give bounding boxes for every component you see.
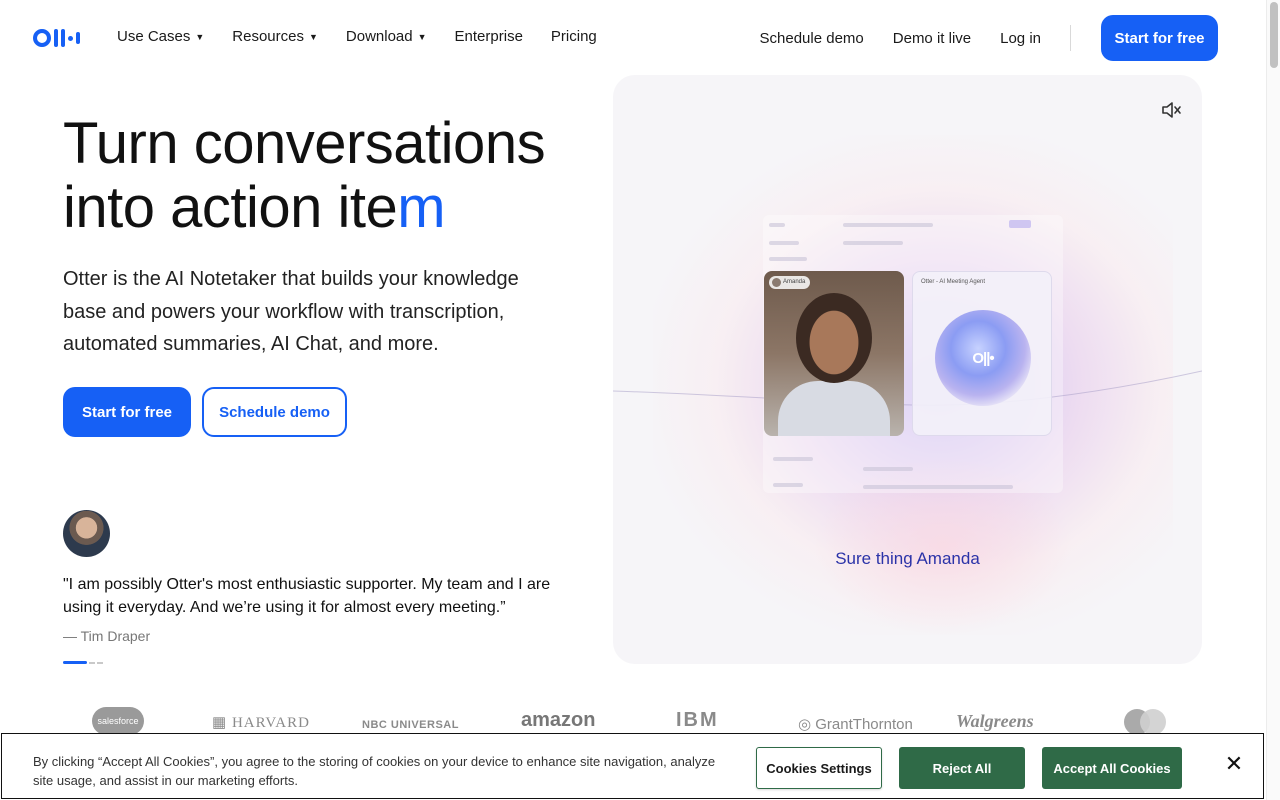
agent-video-tile: Otter - AI Meeting Agent O||• [912, 271, 1052, 436]
close-icon[interactable]: ✕ [1222, 752, 1246, 776]
agent-orb: O||• [935, 310, 1031, 406]
hero-title: Turn conversations into action item [63, 112, 583, 240]
amazon-logo: amazon [521, 709, 596, 731]
nav-item-label: Enterprise [454, 28, 523, 45]
scrollbar-thumb[interactable] [1270, 2, 1278, 68]
caret-down-icon: ▼ [417, 31, 427, 42]
agent-label: Otter - AI Meeting Agent [921, 279, 986, 285]
grant-thornton-logo: ◎ GrantThornton [798, 716, 913, 733]
testimonial-quote: "I am possibly Otter's most enthusiastic… [63, 576, 551, 616]
accept-all-cookies-button[interactable]: Accept All Cookies [1042, 747, 1182, 789]
participant-video-tile: Amanda [764, 271, 904, 436]
nav-start-free-button[interactable]: Start for free [1101, 15, 1218, 61]
nav-item-enterprise[interactable]: Enterprise [455, 28, 523, 45]
walgreens-logo: Walgreens [956, 711, 1034, 731]
top-navigation: Use Cases ▼ Resources ▼ Download ▼ Enter… [0, 0, 1266, 76]
hero-title-line-2: into action ite [63, 175, 398, 240]
page-scrollbar[interactable] [1266, 0, 1280, 800]
otter-logo-icon[interactable] [33, 28, 85, 48]
salesforce-logo: salesforce [92, 707, 144, 735]
audio-wave-line [613, 370, 1202, 406]
participant-name-tag: Amanda [769, 276, 811, 289]
speaker-muted-icon[interactable] [1160, 99, 1182, 121]
nav-item-label: Resources [232, 28, 304, 45]
log-in-link[interactable]: Log in [1000, 30, 1041, 47]
ibm-logo: IBM [676, 709, 719, 731]
carousel-dot-active[interactable] [63, 661, 87, 664]
otter-logo-icon: O||• [972, 349, 994, 367]
cookie-notice-text: By clicking “Accept All Cookies”, you ag… [33, 754, 716, 788]
carousel-dot[interactable] [97, 661, 103, 664]
hero-video[interactable]: Amanda Otter - AI Meeting Agent O||• Sur… [613, 75, 1202, 664]
hero-title-line-1: Turn conversations [63, 111, 546, 176]
reject-all-button[interactable]: Reject All [899, 747, 1025, 789]
nav-divider [1070, 25, 1071, 51]
participant-shirt [778, 381, 890, 436]
caret-down-icon: ▼ [308, 31, 318, 42]
cookies-settings-button[interactable]: Cookies Settings [756, 747, 882, 789]
hero-subtitle: Otter is the AI Notetaker that builds yo… [63, 268, 519, 355]
testimonial-carousel-indicator[interactable] [63, 661, 103, 664]
hero-schedule-demo-button[interactable]: Schedule demo [202, 387, 347, 437]
testimonial-author: — Tim Draper [63, 628, 151, 644]
cookie-banner: By clicking “Accept All Cookies”, you ag… [1, 733, 1264, 799]
nbc-universal-logo: NBC UNIVERSAL [362, 719, 459, 731]
carousel-dot[interactable] [89, 661, 95, 664]
nav-item-download[interactable]: Download ▼ [346, 28, 427, 45]
schedule-demo-link[interactable]: Schedule demo [760, 30, 864, 47]
nav-item-use-cases[interactable]: Use Cases ▼ [117, 28, 204, 45]
nav-item-label: Pricing [550, 28, 597, 45]
hero-actions: Start for free Schedule demo [63, 387, 347, 437]
nav-item-label: Download [345, 28, 413, 45]
nav-actions: Schedule demo Demo it live Log in Start … [731, 15, 1218, 61]
nav-item-resources[interactable]: Resources ▼ [232, 28, 318, 45]
hero-title-typing-accent: m [397, 175, 446, 240]
video-caption: Sure thing Amanda [835, 549, 980, 568]
nav-item-label: Use Cases [117, 28, 191, 45]
main-menu: Use Cases ▼ Resources ▼ Download ▼ Enter… [117, 28, 625, 45]
participant-face [796, 293, 872, 383]
testimonial-avatar [63, 510, 110, 557]
demo-live-link[interactable]: Demo it live [893, 30, 971, 47]
hero-start-free-button[interactable]: Start for free [63, 387, 191, 437]
harvard-logo: ▦ HARVARD [212, 715, 310, 731]
nav-item-pricing[interactable]: Pricing [551, 28, 597, 45]
caret-down-icon: ▼ [195, 31, 205, 42]
